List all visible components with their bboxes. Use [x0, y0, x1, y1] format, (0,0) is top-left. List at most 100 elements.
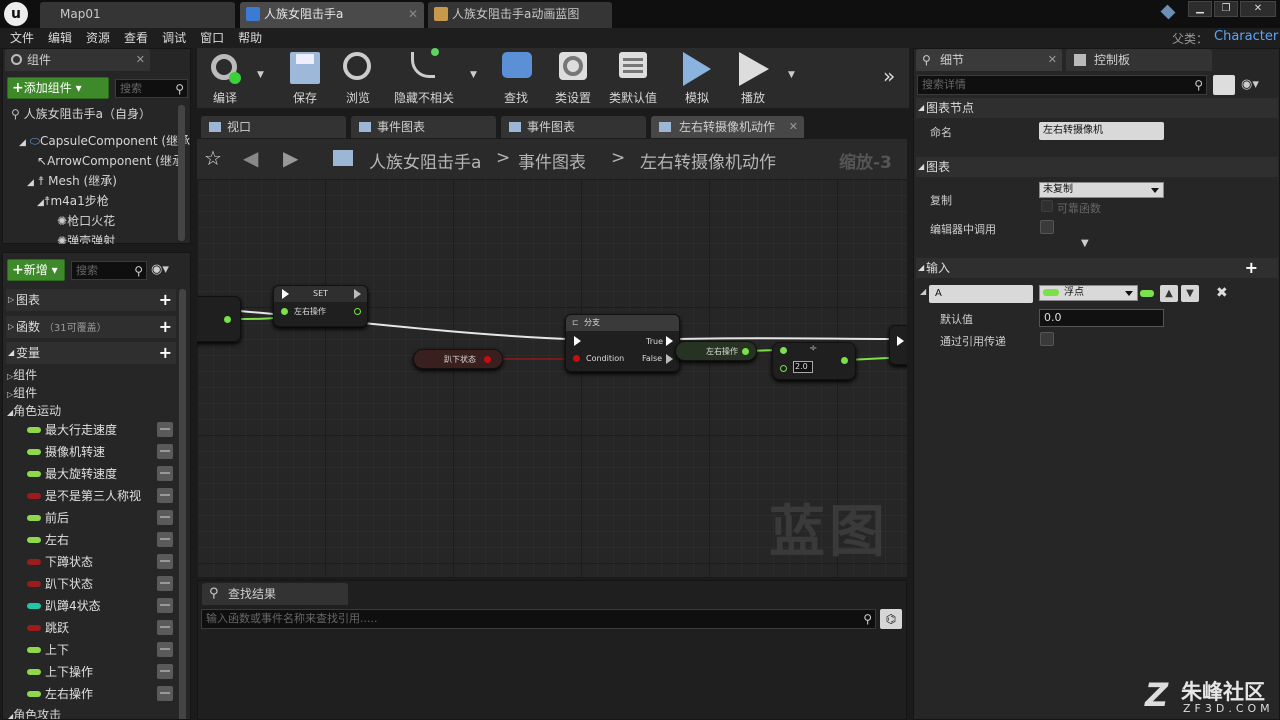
- variable-item[interactable]: 左右: [25, 530, 173, 550]
- section-functions[interactable]: ▷ 函数 （31可覆盖） +: [6, 316, 176, 338]
- prone-state-node[interactable]: 趴下状态: [413, 349, 503, 369]
- hide-unrelated-dropdown-icon[interactable]: ▼: [470, 70, 477, 80]
- close-window-button[interactable]: ✕: [1240, 1, 1276, 17]
- section-variables[interactable]: ◢ 变量 +: [6, 342, 176, 364]
- menu-view[interactable]: 查看: [117, 28, 155, 48]
- input-type-dropdown[interactable]: 浮点: [1039, 285, 1138, 301]
- breadcrumb-function[interactable]: 左右转摄像机动作: [640, 148, 776, 173]
- variable-get-node[interactable]: 左右操作: [675, 341, 757, 361]
- tab-camera-function[interactable]: 左右转摄像机动作 ✕: [651, 116, 804, 138]
- compile-button[interactable]: 编译: [197, 48, 253, 108]
- tab-viewport[interactable]: 视口: [201, 116, 346, 138]
- variable-item[interactable]: 最大旋转速度: [25, 464, 173, 484]
- add-graph-button[interactable]: +: [159, 289, 172, 311]
- add-input-button[interactable]: +: [1245, 258, 1258, 278]
- back-arrow-icon[interactable]: ◀: [243, 146, 258, 170]
- add-component-button[interactable]: +添加组件 ▾: [7, 77, 109, 99]
- variable-item[interactable]: 下蹲状态: [25, 552, 173, 572]
- graph-canvas[interactable]: SET 左右操作 趴下状态 ⊏ 分支 True Condition False 左…: [197, 179, 907, 577]
- close-icon[interactable]: ✕: [136, 49, 145, 71]
- tree-item-self[interactable]: ⚲ 人族女阻击手a（自身）: [11, 105, 151, 122]
- save-button[interactable]: 保存: [277, 48, 333, 108]
- variable-item[interactable]: 上下操作: [25, 662, 173, 682]
- visibility-toggle-icon[interactable]: [157, 576, 173, 591]
- window-tab-anim-blueprint[interactable]: 人族女阻击手a动画蓝图: [428, 2, 612, 28]
- menu-edit[interactable]: 编辑: [41, 28, 79, 48]
- visibility-toggle-icon[interactable]: [157, 664, 173, 679]
- add-function-button[interactable]: +: [159, 316, 172, 338]
- toolbar-overflow-icon[interactable]: »: [883, 64, 895, 88]
- pass-by-ref-checkbox[interactable]: [1040, 332, 1054, 346]
- variable-item[interactable]: 是不是第三人称视: [25, 486, 173, 506]
- visibility-toggle-icon[interactable]: [157, 686, 173, 701]
- details-search-input[interactable]: 搜索详情 ⚲: [917, 75, 1207, 95]
- tree-item-muzzle[interactable]: ✺枪口火花: [57, 212, 115, 229]
- class-settings-button[interactable]: 类设置: [545, 48, 601, 108]
- move-up-button[interactable]: ▲: [1160, 285, 1178, 302]
- section-graph-node[interactable]: ◢ 图表节点: [916, 98, 1278, 118]
- variable-item[interactable]: 趴下状态: [25, 574, 173, 594]
- output-pin[interactable]: [742, 348, 749, 355]
- delete-input-icon[interactable]: ✖: [1216, 285, 1228, 301]
- input-pin-a[interactable]: [780, 347, 787, 354]
- binoculars-icon[interactable]: ⌬: [880, 609, 902, 629]
- exec-in-pin[interactable]: [574, 336, 581, 346]
- eye-icon[interactable]: ◉▾: [151, 262, 169, 277]
- play-button[interactable]: 播放: [725, 48, 781, 108]
- breadcrumb-blueprint[interactable]: 人族女阻击手a: [369, 148, 481, 173]
- visibility-toggle-icon[interactable]: [157, 620, 173, 635]
- add-variable-button[interactable]: +: [159, 342, 172, 364]
- tree-item-mesh[interactable]: ◢ ☨ Mesh (继承): [27, 172, 117, 189]
- multiply-node[interactable]: 2.0 ÷: [772, 342, 856, 380]
- tree-item-capsule[interactable]: ◢ ⬭CapsuleComponent (继承: [19, 132, 190, 149]
- partial-node[interactable]: [197, 296, 241, 342]
- output-pin[interactable]: [354, 308, 361, 315]
- minimize-button[interactable]: ▁: [1188, 1, 1212, 17]
- forward-arrow-icon[interactable]: ▶: [283, 146, 298, 170]
- tab-event-graph-2[interactable]: 事件图表: [501, 116, 646, 138]
- find-results-tab[interactable]: ⚲ 查找结果: [202, 583, 348, 605]
- name-field[interactable]: 左右转摄像机: [1039, 122, 1164, 140]
- find-button[interactable]: 查找: [488, 48, 544, 108]
- menu-file[interactable]: 文件: [3, 28, 41, 48]
- replicate-dropdown[interactable]: 未复制: [1039, 182, 1164, 198]
- menu-help[interactable]: 帮助: [231, 28, 269, 48]
- exec-in-pin[interactable]: [282, 289, 289, 299]
- menu-window[interactable]: 窗口: [193, 28, 231, 48]
- section-graphs[interactable]: ▷ 图表 +: [6, 289, 176, 311]
- variable-item[interactable]: 摄像机转速: [25, 442, 173, 462]
- tab-event-graph-1[interactable]: 事件图表: [351, 116, 496, 138]
- star-icon[interactable]: ☆: [204, 146, 222, 170]
- components-tab[interactable]: 组件 ✕: [5, 49, 150, 71]
- call-in-editor-checkbox[interactable]: [1040, 220, 1054, 234]
- menu-asset[interactable]: 资源: [79, 28, 117, 48]
- hide-unrelated-button[interactable]: 隐藏不相关: [389, 48, 459, 108]
- category-components-2[interactable]: ▷组件: [7, 384, 37, 401]
- blueprint-scrollbar[interactable]: [179, 289, 186, 719]
- window-tab-map01[interactable]: Map01: [40, 2, 235, 28]
- class-defaults-button[interactable]: 类默认值: [603, 48, 663, 108]
- reliable-checkbox[interactable]: [1041, 200, 1053, 212]
- input-name-field[interactable]: A: [929, 285, 1033, 303]
- output-pin[interactable]: [484, 356, 491, 363]
- blueprint-search-input[interactable]: 搜索 ⚲: [71, 261, 147, 280]
- components-scrollbar[interactable]: [178, 105, 185, 241]
- close-icon[interactable]: ✕: [789, 116, 798, 138]
- input-pin-b[interactable]: [780, 365, 787, 372]
- components-search-input[interactable]: 搜索 ⚲: [115, 79, 188, 98]
- tree-item-shell[interactable]: ✺弹壳弹射: [57, 232, 115, 244]
- variable-item[interactable]: 趴蹲4状态: [25, 596, 173, 616]
- tree-item-rifle[interactable]: ◢☨m4a1步枪: [37, 192, 109, 209]
- palette-tab[interactable]: 控制板: [1066, 49, 1212, 71]
- variable-item[interactable]: 上下: [25, 640, 173, 660]
- exec-out-pin[interactable]: [354, 289, 361, 299]
- exec-false-pin[interactable]: [666, 354, 673, 364]
- exec-true-pin[interactable]: [666, 336, 673, 346]
- expand-arrow-icon[interactable]: ▼: [1081, 238, 1089, 249]
- multiply-value-input[interactable]: 2.0: [793, 361, 813, 373]
- visibility-toggle-icon[interactable]: [157, 642, 173, 657]
- find-results-input[interactable]: 输入函数或事件名称来查找引用..... ⚲: [201, 609, 876, 629]
- breadcrumb-graph[interactable]: 事件图表: [518, 148, 586, 173]
- visibility-toggle-icon[interactable]: [157, 466, 173, 481]
- exec-in-pin[interactable]: [897, 336, 904, 346]
